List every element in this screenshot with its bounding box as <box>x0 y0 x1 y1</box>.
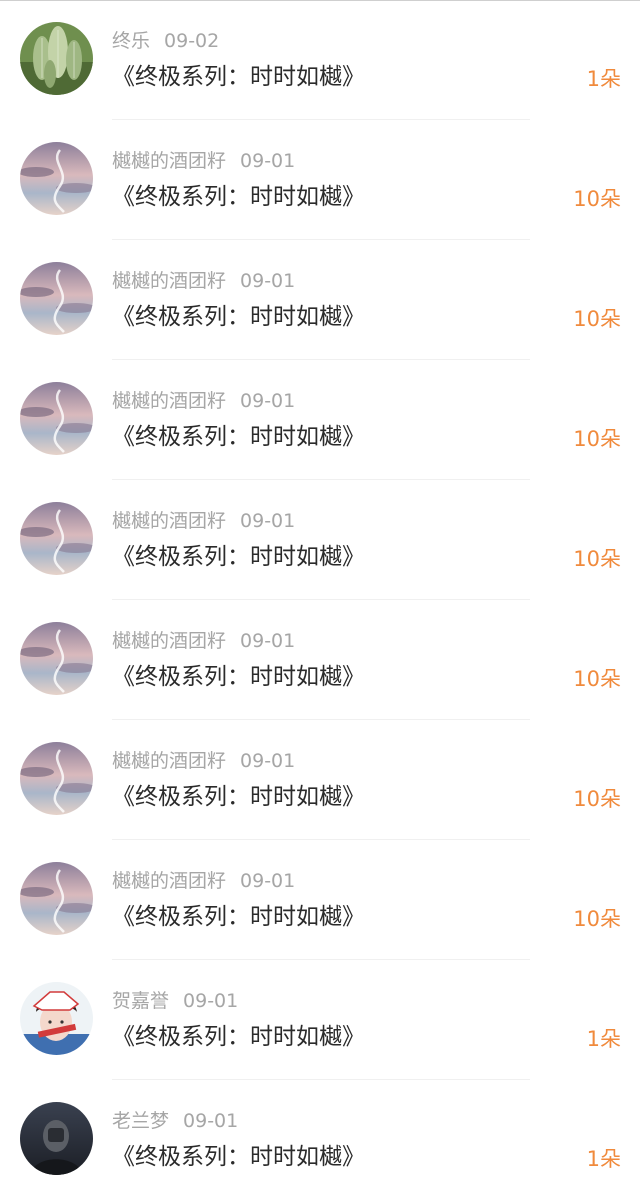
list-item[interactable]: 樾樾的酒团籽 09-01 《终极系列：时时如樾》 10朵 <box>0 600 640 720</box>
work-title[interactable]: 《终极系列：时时如樾》 <box>112 300 365 334</box>
list-item[interactable]: 终乐 09-02 《终极系列：时时如樾》 1朵 <box>0 0 640 120</box>
entry-date: 09-01 <box>240 150 296 172</box>
username[interactable]: 终乐 <box>112 30 150 52</box>
username[interactable]: 樾樾的酒团籽 <box>112 870 226 892</box>
gift-list: 终乐 09-02 《终极系列：时时如樾》 1朵 樾樾的酒团籽 09-01 《终极… <box>0 0 640 1200</box>
entry-meta: 樾樾的酒团籽 09-01 <box>112 628 295 654</box>
work-title[interactable]: 《终极系列：时时如樾》 <box>112 900 365 934</box>
entry-meta: 老兰梦 09-01 <box>112 1108 238 1134</box>
flower-count: 10朵 <box>573 307 621 331</box>
list-item[interactable]: 樾樾的酒团籽 09-01 《终极系列：时时如樾》 10朵 <box>0 120 640 240</box>
username[interactable]: 老兰梦 <box>112 1110 169 1132</box>
sky-avatar-icon[interactable] <box>20 382 93 455</box>
entry-date: 09-01 <box>240 750 296 772</box>
entry-meta: 樾樾的酒团籽 09-01 <box>112 868 295 894</box>
entry-meta: 贺嘉誉 09-01 <box>112 988 238 1014</box>
flower-count: 10朵 <box>573 547 621 571</box>
work-title[interactable]: 《终极系列：时时如樾》 <box>112 420 365 454</box>
username[interactable]: 樾樾的酒团籽 <box>112 390 226 412</box>
flower-count: 1朵 <box>586 1147 621 1171</box>
sky-avatar-icon[interactable] <box>20 502 93 575</box>
entry-date: 09-02 <box>164 30 220 52</box>
entry-date: 09-01 <box>240 870 296 892</box>
entry-meta: 樾樾的酒团籽 09-01 <box>112 748 295 774</box>
username[interactable]: 樾樾的酒团籽 <box>112 630 226 652</box>
work-title[interactable]: 《终极系列：时时如樾》 <box>112 60 365 94</box>
flower-count: 1朵 <box>586 1027 621 1051</box>
entry-date: 09-01 <box>183 1110 239 1132</box>
entry-meta: 樾樾的酒团籽 09-01 <box>112 148 295 174</box>
entry-meta: 樾樾的酒团籽 09-01 <box>112 388 295 414</box>
work-title[interactable]: 《终极系列：时时如樾》 <box>112 1140 365 1174</box>
sky-avatar-icon[interactable] <box>20 742 93 815</box>
list-item[interactable]: 贺嘉誉 09-01 《终极系列：时时如樾》 1朵 <box>0 960 640 1080</box>
entry-date: 09-01 <box>240 270 296 292</box>
entry-meta: 樾樾的酒团籽 09-01 <box>112 268 295 294</box>
dark-avatar-icon[interactable] <box>20 1102 93 1175</box>
work-title[interactable]: 《终极系列：时时如樾》 <box>112 540 365 574</box>
list-item[interactable]: 樾樾的酒团籽 09-01 《终极系列：时时如樾》 10朵 <box>0 720 640 840</box>
cactus-avatar-icon[interactable] <box>20 22 93 95</box>
girl-avatar-icon[interactable] <box>20 982 93 1055</box>
username[interactable]: 樾樾的酒团籽 <box>112 150 226 172</box>
flower-count: 10朵 <box>573 667 621 691</box>
list-item[interactable]: 樾樾的酒团籽 09-01 《终极系列：时时如樾》 10朵 <box>0 240 640 360</box>
sky-avatar-icon[interactable] <box>20 262 93 335</box>
entry-date: 09-01 <box>183 990 239 1012</box>
work-title[interactable]: 《终极系列：时时如樾》 <box>112 780 365 814</box>
entry-date: 09-01 <box>240 510 296 532</box>
username[interactable]: 樾樾的酒团籽 <box>112 270 226 292</box>
sky-avatar-icon[interactable] <box>20 622 93 695</box>
sky-avatar-icon[interactable] <box>20 142 93 215</box>
flower-count: 10朵 <box>573 907 621 931</box>
flower-count: 10朵 <box>573 187 621 211</box>
work-title[interactable]: 《终极系列：时时如樾》 <box>112 180 365 214</box>
flower-count: 10朵 <box>573 427 621 451</box>
username[interactable]: 贺嘉誉 <box>112 990 169 1012</box>
list-item[interactable]: 樾樾的酒团籽 09-01 《终极系列：时时如樾》 10朵 <box>0 840 640 960</box>
work-title[interactable]: 《终极系列：时时如樾》 <box>112 1020 365 1054</box>
sky-avatar-icon[interactable] <box>20 862 93 935</box>
entry-meta: 樾樾的酒团籽 09-01 <box>112 508 295 534</box>
work-title[interactable]: 《终极系列：时时如樾》 <box>112 660 365 694</box>
entry-date: 09-01 <box>240 390 296 412</box>
entry-date: 09-01 <box>240 630 296 652</box>
entry-meta: 终乐 09-02 <box>112 28 219 54</box>
list-item[interactable]: 樾樾的酒团籽 09-01 《终极系列：时时如樾》 10朵 <box>0 480 640 600</box>
list-item[interactable]: 樾樾的酒团籽 09-01 《终极系列：时时如樾》 10朵 <box>0 360 640 480</box>
username[interactable]: 樾樾的酒团籽 <box>112 750 226 772</box>
flower-count: 10朵 <box>573 787 621 811</box>
list-item[interactable]: 老兰梦 09-01 《终极系列：时时如樾》 1朵 <box>0 1080 640 1200</box>
username[interactable]: 樾樾的酒团籽 <box>112 510 226 532</box>
flower-count: 1朵 <box>586 67 621 91</box>
